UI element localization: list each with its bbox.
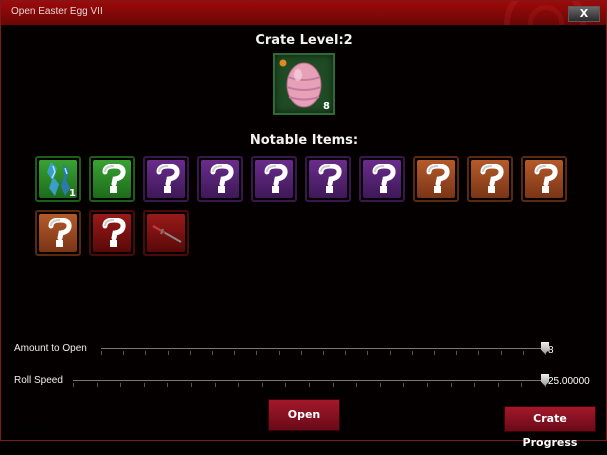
slider-tick [123, 351, 124, 355]
close-button[interactable]: X [568, 6, 600, 22]
title-bar[interactable]: Open Easter Egg VII X [1, 1, 606, 25]
slider-tick [215, 383, 216, 387]
slider-tick [301, 351, 302, 355]
slider-tick [345, 351, 346, 355]
slider-tick [356, 383, 357, 387]
slider-tick [427, 383, 428, 387]
slider-tick [101, 351, 102, 355]
slider-tick [474, 383, 475, 387]
notable-item[interactable] [359, 156, 405, 202]
notable-item[interactable] [467, 156, 513, 202]
slider-tick [167, 383, 168, 387]
slider-tick [478, 351, 479, 355]
window-title: Open Easter Egg VII [11, 6, 103, 17]
notable-item[interactable] [251, 156, 297, 202]
notable-item[interactable]: 1 [35, 156, 81, 202]
amount-value: 8 [548, 345, 554, 356]
slider-tick [451, 383, 452, 387]
slider-tick [412, 351, 413, 355]
roll-speed-value: 25.00000 [548, 376, 590, 387]
crate-progress-button[interactable]: Crate Progress [504, 406, 596, 449]
slider-tick [380, 383, 381, 387]
question-mark-icon [369, 163, 399, 198]
slider-tick [190, 351, 191, 355]
question-mark-icon [423, 163, 453, 198]
question-mark-icon [531, 163, 561, 198]
open-crate-window: Open Easter Egg VII X Crate Level:2 8 No… [0, 0, 607, 449]
question-mark-icon [207, 163, 237, 198]
notable-item[interactable] [143, 210, 189, 256]
crate-preview: 8 [273, 53, 335, 115]
question-mark-icon [153, 163, 183, 198]
notable-item[interactable] [89, 210, 135, 256]
slider-tick [456, 351, 457, 355]
item-count-badge: 1 [69, 188, 76, 199]
question-mark-icon [99, 217, 129, 252]
slider-tick [97, 383, 98, 387]
notable-item[interactable] [143, 156, 189, 202]
slider-tick [238, 383, 239, 387]
question-mark-icon [45, 217, 75, 252]
slider-tick [285, 383, 286, 387]
notable-item[interactable] [521, 156, 567, 202]
question-mark-icon [315, 163, 345, 198]
slider-tick [144, 383, 145, 387]
slider-tick [212, 351, 213, 355]
question-mark-icon [99, 163, 129, 198]
notable-item[interactable] [35, 210, 81, 256]
slider-tick [521, 383, 522, 387]
slider-tick [333, 383, 334, 387]
slider-tick [168, 351, 169, 355]
slider-tick [323, 351, 324, 355]
slider-tick [523, 351, 524, 355]
sword-icon [145, 212, 187, 254]
slider-tick [145, 351, 146, 355]
notable-item[interactable] [413, 156, 459, 202]
window-body: Crate Level:2 8 Notable Items: 1 Amount … [7, 27, 601, 449]
slider-tick [501, 351, 502, 355]
slider-tick [279, 351, 280, 355]
question-mark-icon [477, 163, 507, 198]
notable-item[interactable] [305, 156, 351, 202]
amount-slider-label: Amount to Open [14, 343, 87, 354]
crate-count: 8 [323, 101, 330, 112]
slider-tick [73, 383, 74, 387]
question-mark-icon [261, 163, 291, 198]
roll-speed-slider[interactable] [73, 380, 546, 387]
slider-tick [309, 383, 310, 387]
slider-tick [498, 383, 499, 387]
notable-item[interactable] [89, 156, 135, 202]
roll-speed-label: Roll Speed [14, 375, 63, 386]
slider-tick [390, 351, 391, 355]
notable-item[interactable] [197, 156, 243, 202]
slider-tick [403, 383, 404, 387]
slider-tick [234, 351, 235, 355]
slider-tick [256, 351, 257, 355]
notable-items-heading: Notable Items: [249, 133, 359, 148]
slider-tick [120, 383, 121, 387]
slider-tick [262, 383, 263, 387]
slider-tick [434, 351, 435, 355]
slider-tick [367, 351, 368, 355]
amount-slider[interactable] [101, 348, 546, 355]
open-button[interactable]: Open [268, 399, 340, 431]
crate-level-label: Crate Level:2 [255, 33, 353, 48]
slider-tick [191, 383, 192, 387]
